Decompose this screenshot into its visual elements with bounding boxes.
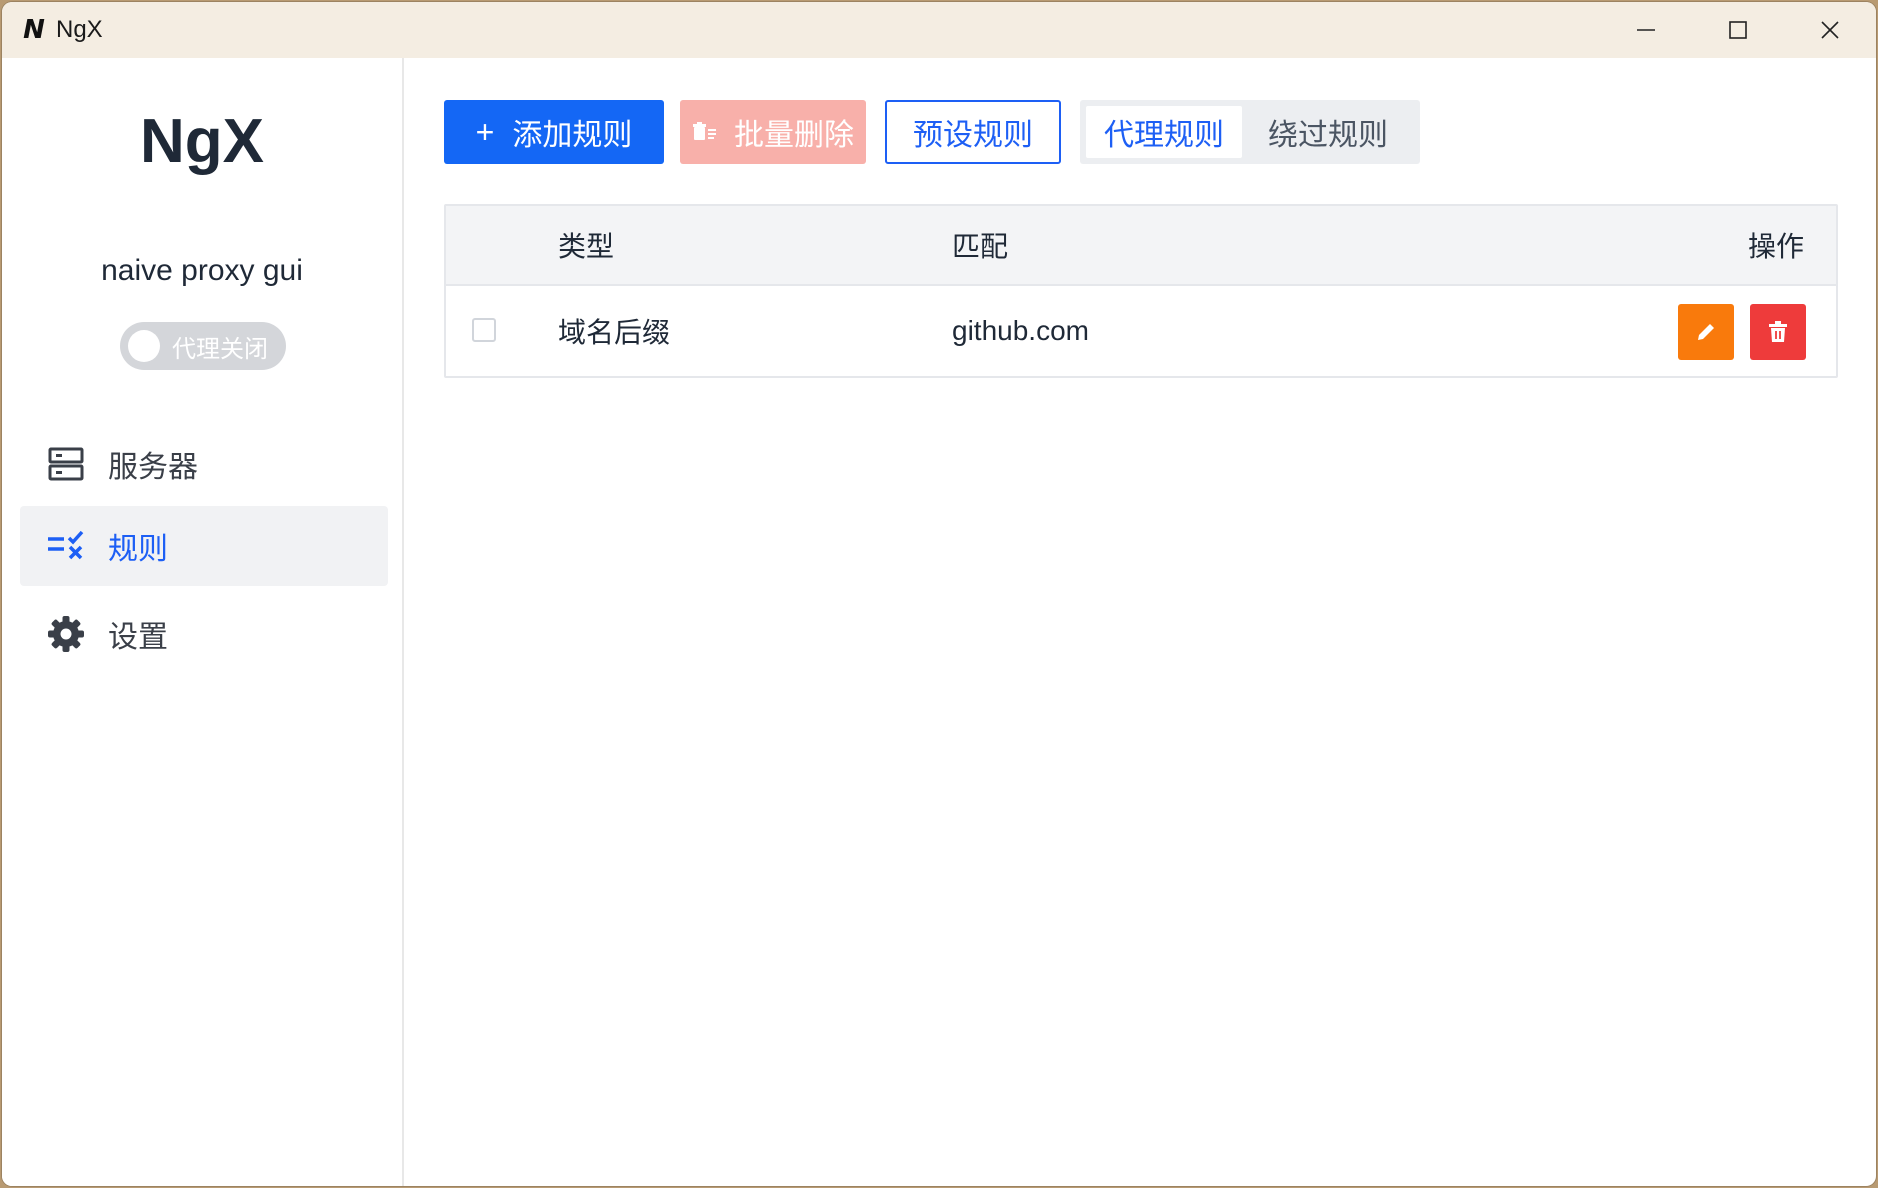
tab-bypass-rules[interactable]: 绕过规则 bbox=[1242, 106, 1414, 158]
add-rule-button[interactable]: + 添加规则 bbox=[444, 100, 664, 164]
tab-proxy-rules[interactable]: 代理规则 bbox=[1086, 106, 1242, 158]
app-logo-icon: N bbox=[18, 14, 50, 46]
brand-title: NgX bbox=[2, 106, 402, 177]
sidebar-item-server[interactable]: 服务器 bbox=[20, 424, 388, 504]
batch-delete-label: 批量删除 bbox=[734, 110, 854, 154]
gear-icon bbox=[46, 614, 86, 654]
row-checkbox[interactable] bbox=[472, 318, 496, 342]
app-window: N NgX NgX naive proxy gui 代理关闭 bbox=[2, 2, 1876, 1186]
maximize-icon bbox=[1726, 18, 1750, 42]
batch-delete-icon bbox=[692, 121, 718, 143]
server-icon bbox=[46, 444, 86, 484]
rules-table: 类型 匹配 操作 域名后缀 github.com bbox=[444, 204, 1838, 378]
cell-match: github.com bbox=[952, 286, 1089, 376]
brand-subtitle: naive proxy gui bbox=[2, 254, 402, 288]
sidebar-item-label: 设置 bbox=[108, 612, 168, 656]
header-match: 匹配 bbox=[952, 206, 1008, 284]
pencil-icon bbox=[1694, 320, 1718, 344]
header-actions: 操作 bbox=[1748, 206, 1804, 284]
rule-type-tabs: 代理规则 绕过规则 bbox=[1080, 100, 1420, 164]
trash-icon bbox=[1767, 320, 1789, 344]
sidebar-item-label: 服务器 bbox=[108, 442, 198, 486]
close-icon bbox=[1818, 18, 1842, 42]
table-row: 域名后缀 github.com bbox=[446, 286, 1836, 376]
edit-button[interactable] bbox=[1678, 304, 1734, 360]
rules-icon bbox=[46, 526, 86, 566]
plus-icon: + bbox=[476, 114, 495, 151]
maximize-button[interactable] bbox=[1692, 2, 1784, 58]
header-type: 类型 bbox=[558, 206, 614, 284]
title-bar: N NgX bbox=[2, 2, 1876, 58]
delete-button[interactable] bbox=[1750, 304, 1806, 360]
sidebar-item-label: 规则 bbox=[108, 524, 168, 568]
sidebar-item-rules[interactable]: 规则 bbox=[20, 506, 388, 586]
proxy-toggle[interactable]: 代理关闭 bbox=[120, 322, 286, 370]
window-title: NgX bbox=[56, 16, 103, 44]
batch-delete-button[interactable]: 批量删除 bbox=[680, 100, 866, 164]
minimize-button[interactable] bbox=[1600, 2, 1692, 58]
close-button[interactable] bbox=[1784, 2, 1876, 58]
preset-rules-button[interactable]: 预设规则 bbox=[885, 100, 1061, 164]
cell-type: 域名后缀 bbox=[558, 286, 670, 376]
add-rule-label: 添加规则 bbox=[512, 110, 632, 154]
table-header: 类型 匹配 操作 bbox=[446, 206, 1836, 286]
toggle-knob bbox=[128, 330, 160, 362]
main-content: + 添加规则 批量删除 预设规则 代理规则 绕过规则 bbox=[404, 58, 1876, 1186]
sidebar-item-settings[interactable]: 设置 bbox=[20, 594, 388, 674]
minimize-icon bbox=[1634, 18, 1658, 42]
sidebar: NgX naive proxy gui 代理关闭 服务器 bbox=[2, 58, 404, 1186]
proxy-toggle-label: 代理关闭 bbox=[172, 329, 268, 364]
window-controls bbox=[1600, 2, 1876, 58]
